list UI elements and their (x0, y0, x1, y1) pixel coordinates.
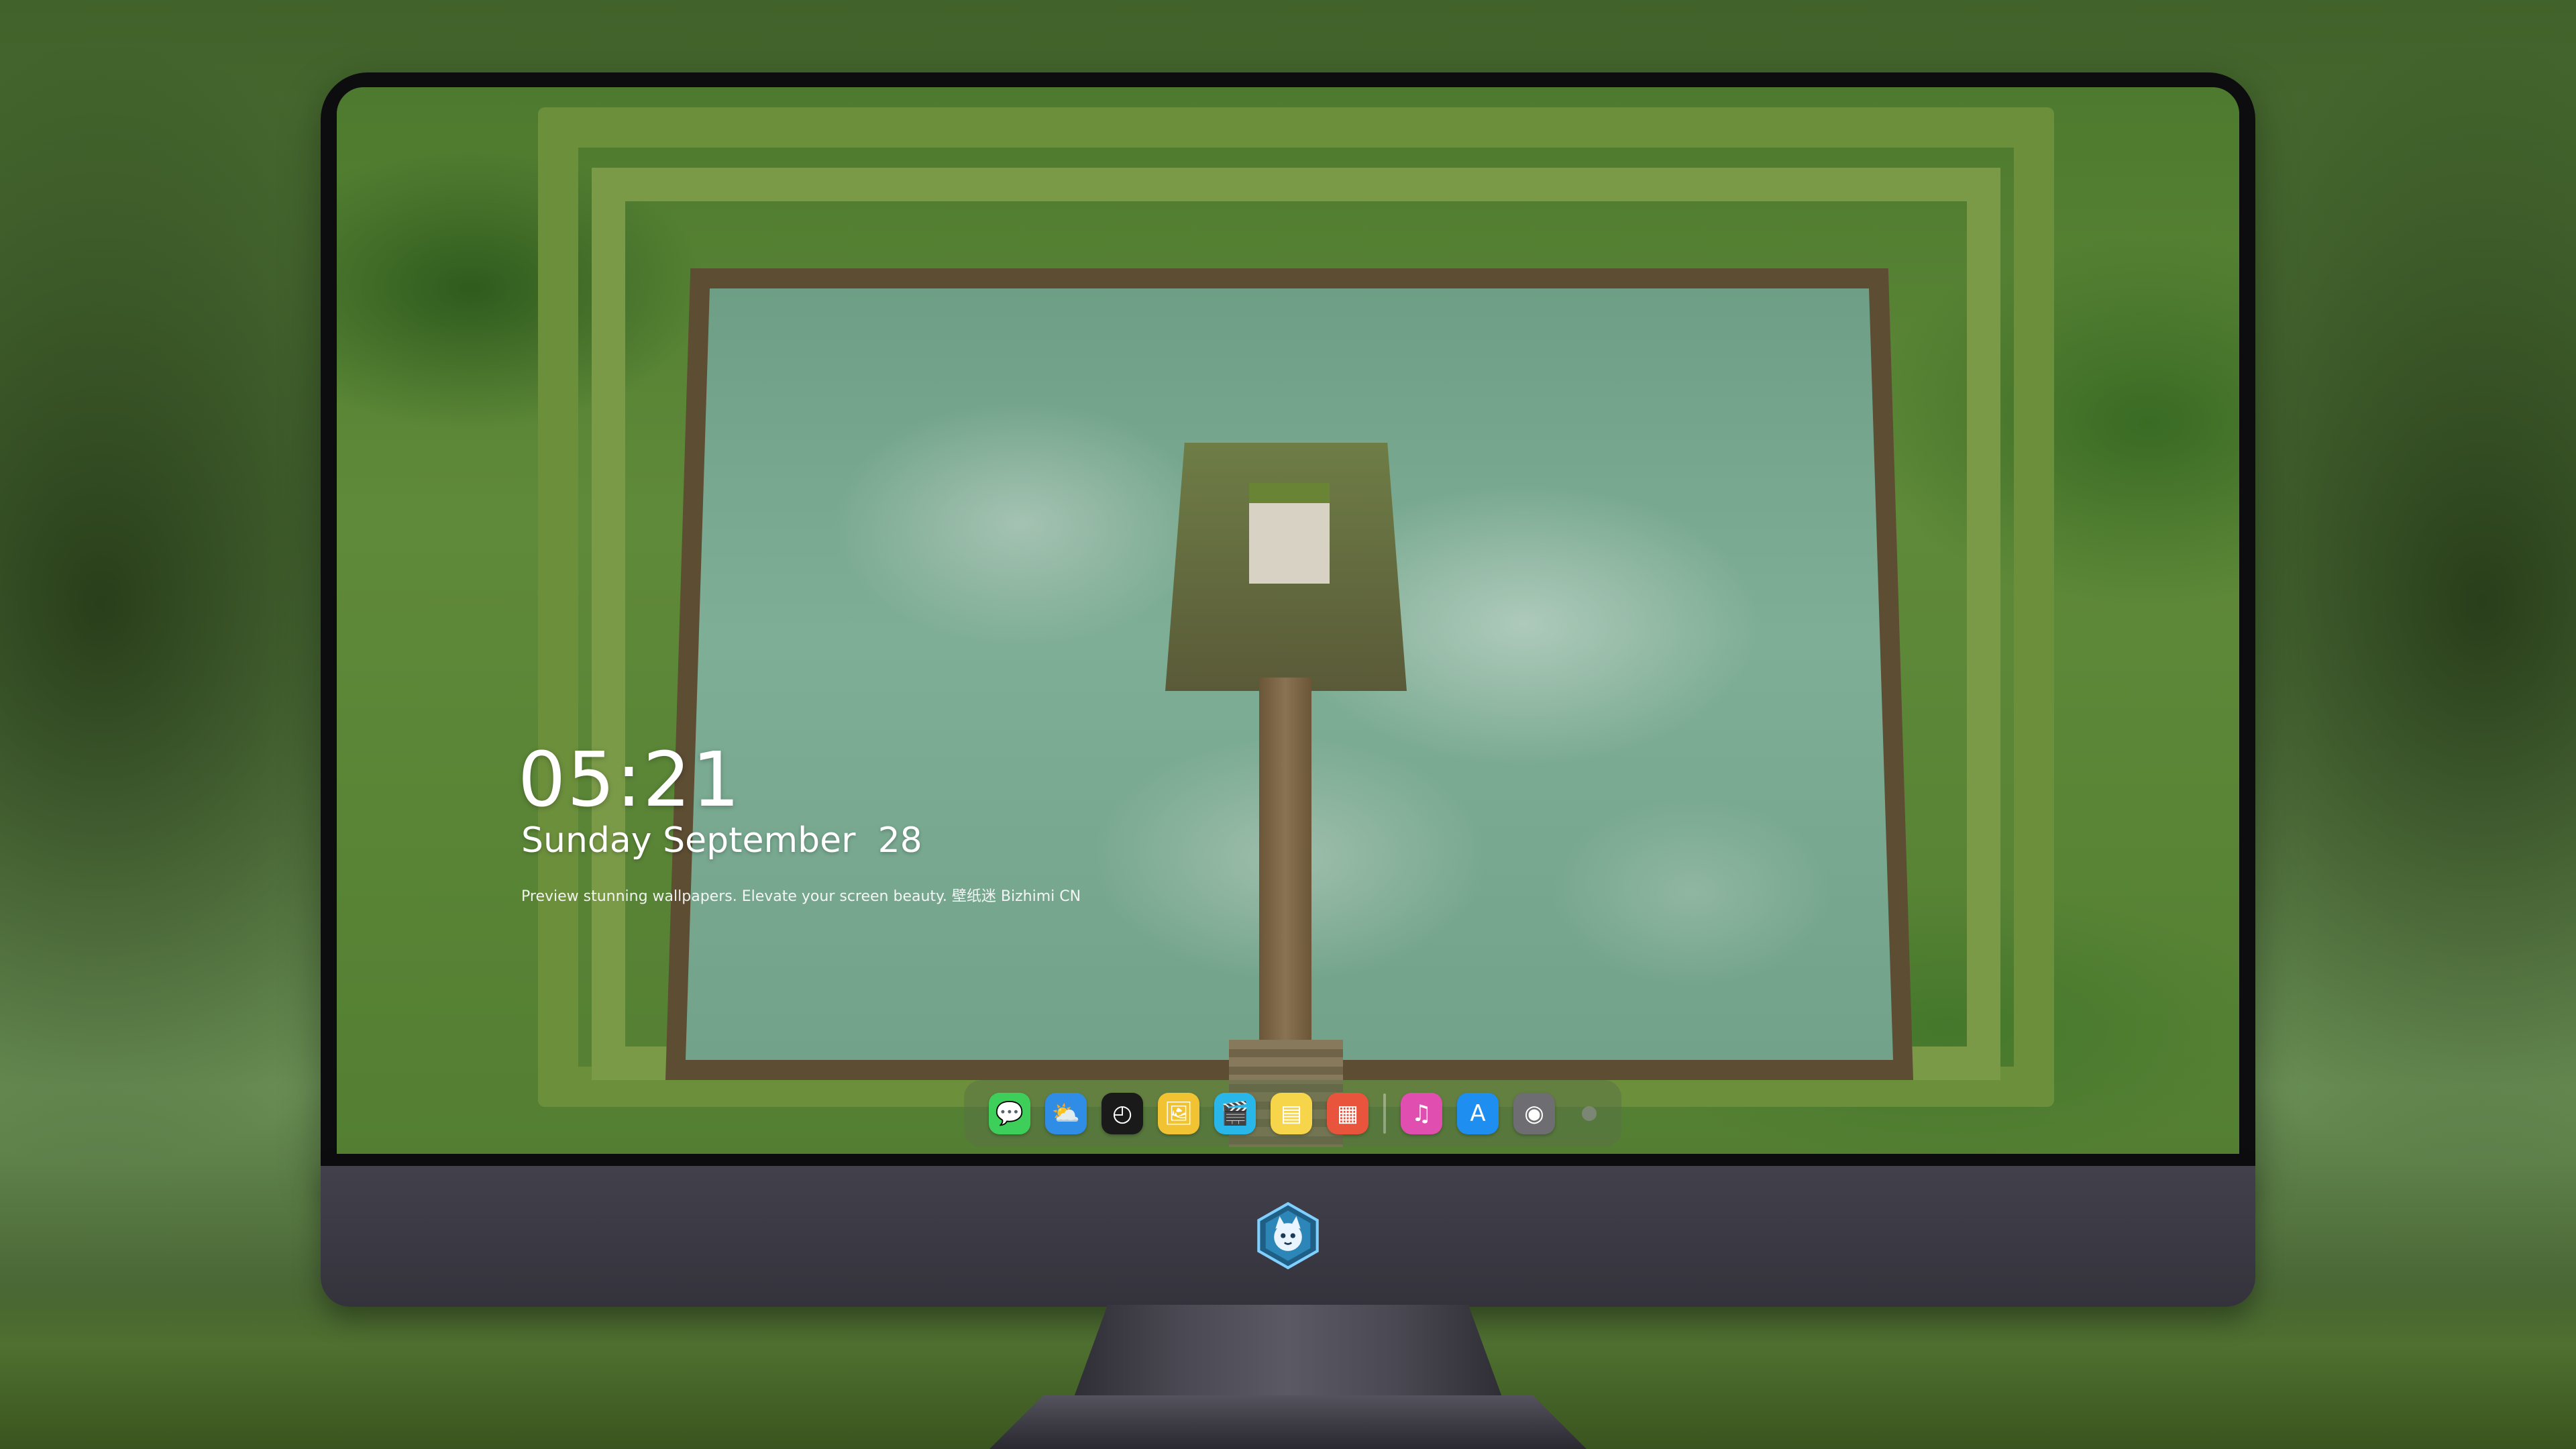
dock-app-photo-booth-icon[interactable]: ▦ (1327, 1093, 1368, 1134)
dock-app-store-icon[interactable]: A (1457, 1093, 1499, 1134)
dock-app-preview-icon[interactable]: 🖼 (1158, 1093, 1199, 1134)
desktop-screen: 05:21 Sunday September 28 Preview stunni… (337, 87, 2239, 1154)
wallpaper-shrine (1249, 483, 1330, 584)
lockscreen-date: Sunday September 28 (521, 820, 922, 861)
dock-app-messages-icon[interactable]: 💬 (989, 1093, 1030, 1134)
dock-separator (1383, 1093, 1386, 1134)
cat-mascot-shield-icon (1257, 1201, 1319, 1270)
dock-app-weather-icon[interactable]: ⛅ (1045, 1093, 1087, 1134)
dock-app-clips-icon[interactable]: 🎬 (1214, 1093, 1256, 1134)
dock-app-camera-icon[interactable]: ◉ (1513, 1093, 1555, 1134)
dock: 💬 ⛅ ◴ 🖼 🎬 ▤ ▦ ♫ A ◉ (964, 1080, 1621, 1147)
wallpaper-bridge (1259, 678, 1311, 1053)
monitor-stand-base (989, 1395, 1587, 1449)
lockscreen-tagline: Preview stunning wallpapers. Elevate you… (521, 888, 1081, 905)
dock-running-indicator (1582, 1106, 1597, 1121)
monitor-stand-neck (1073, 1305, 1503, 1399)
dock-app-music-icon[interactable]: ♫ (1401, 1093, 1442, 1134)
lockscreen-time: 05:21 (518, 737, 741, 824)
dock-app-clock-icon[interactable]: ◴ (1102, 1093, 1143, 1134)
dock-app-notes-icon[interactable]: ▤ (1271, 1093, 1312, 1134)
